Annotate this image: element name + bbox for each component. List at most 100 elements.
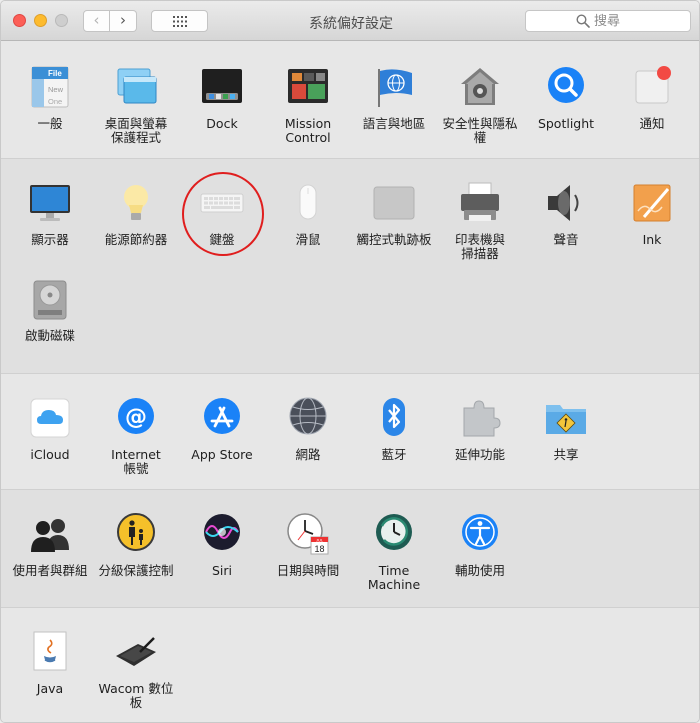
section-other: Java Wacom 數位板 [1,607,699,722]
pref-label: 使用者與群組 [12,563,88,578]
pref-label: Siri [211,563,233,578]
search-field[interactable] [525,10,691,32]
extensions-icon [458,396,502,440]
pref-siri[interactable]: Siri [179,512,265,578]
printers-scanners-icon [458,181,502,225]
pref-icloud[interactable]: iCloud [7,396,93,462]
pref-label: Java [36,681,64,696]
java-icon [28,630,72,674]
pref-keyboard[interactable]: 鍵盤 [179,181,265,247]
pref-mouse[interactable]: 滑鼠 [265,181,351,247]
general-icon: File New One [28,65,72,109]
pref-users-groups[interactable]: 使用者與群組 [7,512,93,578]
keyboard-icon [200,181,244,225]
pref-label: Mission Control [284,116,332,145]
section-internet-wireless: iCloud @ Internet 帳號 App Store 網路 藍牙 延伸功… [1,373,699,489]
pref-label: 延伸功能 [454,447,505,462]
svg-text:File: File [48,69,62,78]
show-all-button[interactable] [151,10,208,32]
pref-extensions[interactable]: 延伸功能 [437,396,523,462]
svg-text:JUL: JUL [316,537,324,542]
close-window-button[interactable] [13,14,26,27]
pref-label: 一般 [37,116,63,131]
pref-sharing[interactable]: 共享 [523,396,609,462]
pref-label: 共享 [553,447,579,462]
pref-label: Wacom 數位板 [98,681,174,710]
spotlight-icon [544,65,588,109]
wacom-tablet-icon [114,630,158,674]
chevron-right-icon: › [120,11,126,29]
toolbar: ‹ › 系統偏好設定 [1,1,699,41]
siri-icon [200,512,244,556]
section-hardware: 顯示器 能源節約器 鍵盤 滑鼠 觸控式軌跡板 印表機與 掃描器 聲音 Ink 啟… [1,158,699,373]
icloud-icon [28,396,72,440]
pref-app-store[interactable]: App Store [179,396,265,462]
svg-text:New: New [48,85,64,94]
svg-text:18: 18 [314,544,324,554]
pref-dock[interactable]: Dock [179,65,265,131]
pref-notifications[interactable]: 通知 [609,65,695,131]
search-input[interactable] [594,12,684,30]
pref-java[interactable]: Java [7,630,93,696]
pref-language-region[interactable]: 語言與地區 [351,65,437,131]
pref-bluetooth[interactable]: 藍牙 [351,396,437,462]
pref-label: 觸控式軌跡板 [356,232,432,247]
security-privacy-icon [458,65,502,109]
date-time-icon: JUL 18 [286,512,330,556]
pref-parental-controls[interactable]: 分級保護控制 [93,512,179,578]
users-groups-icon [28,512,72,556]
notifications-icon [630,65,674,109]
svg-text:One: One [48,97,62,106]
displays-icon [28,181,72,225]
pref-label: iCloud [30,447,70,462]
internet-accounts-icon: @ [114,396,158,440]
pref-date-time[interactable]: JUL 18 日期與時間 [265,512,351,578]
chevron-left-icon: ‹ [93,11,100,29]
language-region-icon [372,65,416,109]
back-button[interactable]: ‹ [83,10,110,32]
app-store-icon [200,396,244,440]
pref-mission-control[interactable]: Mission Control [265,65,351,145]
forward-button[interactable]: › [110,10,137,32]
mission-control-icon [286,65,330,109]
section-personal: File New One 一般 桌面與螢幕 保護程式 Dock Mission … [1,41,699,158]
ink-icon [630,181,674,225]
pref-label: 網路 [295,447,321,462]
pref-label: Dock [206,116,238,131]
pref-wacom-tablet[interactable]: Wacom 數位板 [93,630,179,710]
pref-label: 日期與時間 [276,563,340,578]
energy-saver-icon [114,181,158,225]
pref-network[interactable]: 網路 [265,396,351,462]
pref-general[interactable]: File New One 一般 [7,65,93,131]
pref-label: Internet 帳號 [111,447,161,476]
pref-label: Spotlight [537,116,595,131]
pref-accessibility[interactable]: 輔助使用 [437,512,523,578]
pref-time-machine[interactable]: Time Machine [351,512,437,592]
pref-printers-scanners[interactable]: 印表機與 掃描器 [437,181,523,261]
pref-energy-saver[interactable]: 能源節約器 [93,181,179,247]
parental-controls-icon [114,512,158,556]
pref-label: 啟動磁碟 [24,328,75,343]
pref-label: 聲音 [553,232,579,247]
pref-displays[interactable]: 顯示器 [7,181,93,247]
minimize-window-button[interactable] [34,14,47,27]
desktop-screensaver-icon [114,65,158,109]
pref-sound[interactable]: 聲音 [523,181,609,247]
pref-security-privacy[interactable]: 安全性與隱私權 [437,65,523,145]
mouse-icon [286,181,330,225]
pref-internet-accounts[interactable]: @ Internet 帳號 [93,396,179,476]
system-preferences-window: ‹ › 系統偏好設定 搜尋 File New One 一般 桌面與螢幕 保護程式… [0,0,700,723]
pref-spotlight[interactable]: Spotlight [523,65,609,131]
pref-label: 滑鼠 [295,232,321,247]
pref-startup-disk[interactable]: 啟動磁碟 [7,277,93,343]
pref-label: Time Machine [367,563,421,592]
pref-label: 通知 [639,116,665,131]
zoom-window-button[interactable] [55,14,68,27]
time-machine-icon [372,512,416,556]
pref-label: Ink [642,232,662,247]
pref-trackpad[interactable]: 觸控式軌跡板 [351,181,437,247]
sharing-icon [544,396,588,440]
pref-desktop-screensaver[interactable]: 桌面與螢幕 保護程式 [93,65,179,145]
pref-label: 安全性與隱私權 [442,116,518,145]
pref-ink[interactable]: Ink [609,181,695,247]
